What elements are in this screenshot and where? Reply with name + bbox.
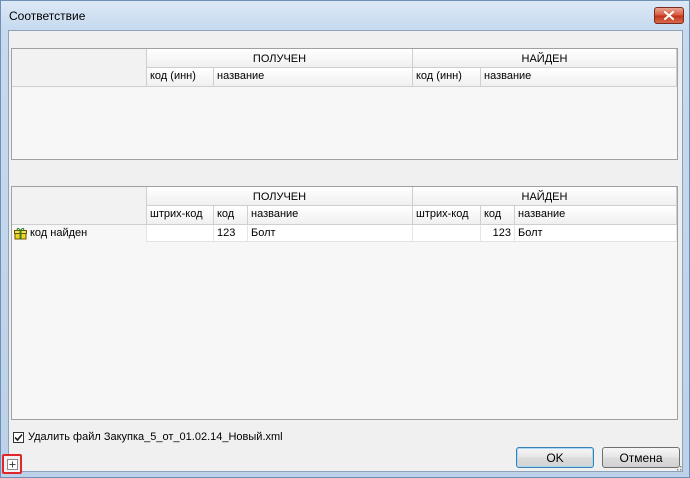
grid-header: ПОЛУЧЕН НАЙДЕН код (инн) название код (и…	[12, 49, 677, 87]
found-name-cell[interactable]: Болт	[515, 225, 677, 242]
group-header-found: НАЙДЕН	[413, 49, 677, 68]
received-name-cell[interactable]: Болт	[248, 225, 413, 242]
window-title: Соответствие	[9, 9, 86, 23]
column-header-received-code[interactable]: код	[214, 206, 248, 225]
close-button[interactable]	[654, 7, 684, 24]
column-header-received-name[interactable]: название	[248, 206, 413, 225]
received-code-cell[interactable]: 123	[214, 225, 248, 242]
found-barcode-cell[interactable]	[413, 225, 481, 242]
received-barcode-cell[interactable]	[147, 225, 214, 242]
gift-icon	[14, 227, 27, 240]
column-header-found-code[interactable]: код	[481, 206, 515, 225]
header-corner	[12, 49, 147, 87]
group-header-found: НАЙДЕН	[413, 187, 677, 206]
group-header-received: ПОЛУЧЕН	[147, 187, 413, 206]
delete-file-label[interactable]: Удалить файл Закупка_5_от_01.02.14_Новый…	[28, 431, 283, 443]
table-row[interactable]: код найден 123 Болт 123 Болт	[12, 225, 677, 242]
column-header-received-name[interactable]: название	[214, 68, 413, 87]
found-code-cell[interactable]: 123	[481, 225, 515, 242]
delete-file-checkbox[interactable]	[13, 432, 24, 443]
column-header-found-name[interactable]: название	[481, 68, 677, 87]
header-corner	[12, 187, 147, 225]
row-status-cell: код найден	[12, 225, 147, 242]
plus-expand-icon	[6, 458, 18, 470]
goods-grid[interactable]: ПОЛУЧЕН НАЙДЕН штрих-код код название шт…	[11, 186, 678, 420]
cancel-button[interactable]: Отмена	[602, 447, 680, 468]
ok-button[interactable]: OK	[516, 447, 594, 468]
checkmark-icon	[14, 433, 23, 442]
column-header-found-name[interactable]: название	[515, 206, 677, 225]
grid-header: ПОЛУЧЕН НАЙДЕН штрих-код код название шт…	[12, 187, 677, 225]
row-status-text: код найден	[30, 227, 88, 239]
title-bar[interactable]: Соответствие	[1, 1, 689, 30]
dialog-client-area: ПОЛУЧЕН НАЙДЕН код (инн) название код (и…	[8, 30, 683, 472]
column-header-found-inn[interactable]: код (инн)	[413, 68, 481, 87]
close-icon	[664, 11, 674, 20]
column-header-received-inn[interactable]: код (инн)	[147, 68, 214, 87]
counterparty-grid[interactable]: ПОЛУЧЕН НАЙДЕН код (инн) название код (и…	[11, 48, 678, 160]
expand-button[interactable]	[2, 454, 22, 474]
column-header-received-barcode[interactable]: штрих-код	[147, 206, 214, 225]
resize-grip-icon[interactable]	[674, 463, 682, 471]
dialog-window: Соответствие ПОЛУЧЕН НАЙДЕН код (инн) на…	[0, 0, 690, 478]
column-header-found-barcode[interactable]: штрих-код	[413, 206, 481, 225]
group-header-received: ПОЛУЧЕН	[147, 49, 413, 68]
